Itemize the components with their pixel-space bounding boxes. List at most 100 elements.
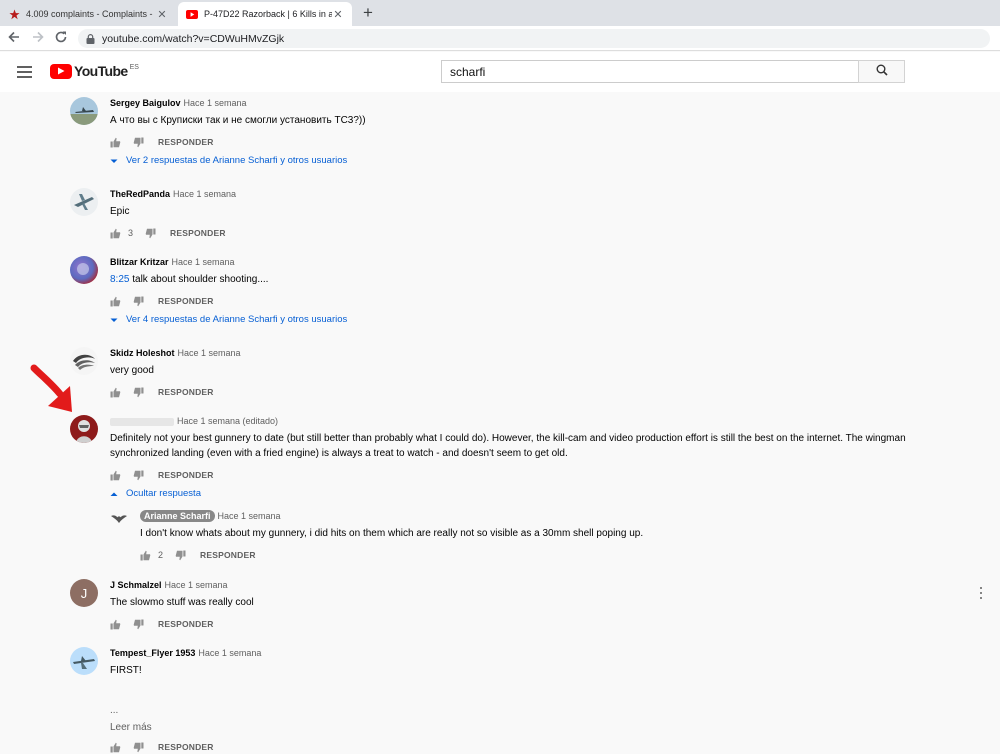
comment-time[interactable]: Hace 1 semana (178, 348, 241, 358)
thumbs-down-icon[interactable] (133, 387, 144, 398)
red-annotation-arrow (30, 364, 72, 412)
comment-author[interactable]: Sergey Baigulov (110, 98, 181, 108)
hide-replies-label: Ocultar respuesta (126, 488, 201, 499)
thumbs-up-icon[interactable] (110, 470, 121, 481)
url-field[interactable]: youtube.com/watch?v=CDWuHMvZGjk (78, 29, 990, 48)
thumbs-down-icon[interactable] (133, 619, 144, 630)
search-input[interactable] (441, 60, 859, 83)
reply-button[interactable]: RESPONDER (158, 470, 214, 480)
youtube-header: YouTube ES (0, 52, 1000, 92)
read-more-link[interactable]: Leer más (110, 722, 152, 733)
thumbs-up-icon[interactable] (110, 387, 121, 398)
view-replies-toggle[interactable]: Ver 2 respuestas de Arianne Scharfi y ot… (110, 155, 347, 166)
comment-text: Definitely not your best gunnery to date… (110, 431, 940, 461)
thumbs-down-icon[interactable] (133, 296, 144, 307)
like-count: 2 (158, 550, 164, 560)
avatar[interactable] (70, 97, 98, 125)
view-replies-toggle[interactable]: Ver 4 respuestas de Arianne Scharfi y ot… (110, 314, 347, 325)
comment-body: Sergey Baigulov Hace 1 semana А что вы с … (110, 97, 940, 128)
reply-actions: 2 RESPONDER (140, 548, 256, 562)
youtube-logo[interactable]: YouTube ES (50, 63, 139, 79)
more-actions-icon[interactable] (978, 587, 984, 599)
lock-icon (86, 33, 96, 44)
thumbs-up-icon[interactable] (110, 742, 121, 753)
address-bar: youtube.com/watch?v=CDWuHMvZGjk (0, 26, 1000, 51)
thumbs-down-icon[interactable] (175, 550, 186, 561)
browser-tab-bar: 4.009 complaints - Complaints - ✕ P-47D2… (0, 0, 1000, 26)
avatar[interactable]: J (70, 579, 98, 607)
caret-up-icon (110, 490, 118, 498)
thumbs-down-icon[interactable] (133, 742, 144, 753)
hide-replies-toggle[interactable]: Ocultar respuesta (110, 488, 201, 499)
close-tab-icon[interactable]: ✕ (332, 8, 344, 21)
reply-button[interactable]: RESPONDER (158, 387, 214, 397)
comment-author[interactable]: Skidz Holeshot (110, 348, 175, 358)
comment-time[interactable]: Hace 1 semana (172, 257, 235, 267)
comment-text: very good (110, 365, 154, 376)
comment-actions: RESPONDER (110, 740, 214, 754)
close-tab-icon[interactable]: ✕ (156, 8, 168, 21)
comment-text: 8:25 talk about shoulder shooting.... (110, 272, 940, 287)
view-replies-label: Ver 4 respuestas de Arianne Scharfi y ot… (126, 314, 348, 325)
comment-time[interactable]: Hace 1 semana (184, 98, 247, 108)
youtube-icon (186, 8, 198, 20)
creator-author-chip[interactable]: Arianne Scharfi (140, 510, 215, 522)
search-button[interactable] (858, 60, 905, 83)
url-host: youtube.com (102, 32, 163, 45)
comment-actions: RESPONDER (110, 294, 214, 308)
comment-author[interactable]: TheRedPanda (110, 189, 170, 199)
like-count: 3 (128, 228, 134, 238)
comment-author[interactable]: J Schmalzel (110, 580, 162, 590)
comment-author-redacted[interactable] (110, 417, 174, 426)
reply-text: I don't know whats about my gunnery, i d… (140, 528, 644, 539)
comment-actions: 3 RESPONDER (110, 226, 226, 240)
new-tab-button[interactable]: + (358, 2, 378, 24)
thumbs-up-icon[interactable] (110, 137, 121, 148)
comment-text-line: synchronized landing (even with a fried … (110, 448, 568, 459)
comment-time[interactable]: Hace 1 semana (editado) (177, 416, 278, 426)
reply-button[interactable]: RESPONDER (158, 619, 214, 629)
comment-body: Hace 1 semana (editado) Definitely not y… (110, 415, 940, 461)
back-icon[interactable] (6, 30, 22, 46)
thumbs-down-icon[interactable] (133, 137, 144, 148)
reply-button[interactable]: RESPONDER (200, 550, 256, 560)
comment-text: FIRST! (110, 665, 142, 676)
thumbs-up-icon[interactable] (110, 296, 121, 307)
comment-author[interactable]: Tempest_Flyer 1953 (110, 648, 195, 658)
tab-title: 4.009 complaints - Complaints - (26, 9, 153, 19)
timestamp-link[interactable]: 8:25 (110, 274, 129, 285)
avatar[interactable] (70, 256, 98, 284)
avatar[interactable] (70, 647, 98, 675)
comment-time[interactable]: Hace 1 semana (165, 580, 228, 590)
avatar[interactable] (110, 510, 128, 528)
forward-icon[interactable] (30, 30, 46, 46)
avatar[interactable] (70, 415, 98, 443)
star-icon (8, 8, 20, 20)
url-path: /watch?v=CDWuHMvZGjk (162, 32, 285, 45)
avatar[interactable] (70, 188, 98, 216)
caret-down-icon (110, 316, 118, 324)
comment-body: Tempest_Flyer 1953 Hace 1 semana FIRST! (110, 647, 940, 678)
reply-button[interactable]: RESPONDER (158, 742, 214, 752)
reply-time[interactable]: Hace 1 semana (218, 511, 281, 521)
thumbs-up-icon[interactable] (110, 228, 121, 239)
comment-body: TheRedPanda Hace 1 semana Epic (110, 188, 940, 219)
thumbs-up-icon[interactable] (110, 619, 121, 630)
youtube-play-icon (50, 63, 72, 79)
reply-button[interactable]: RESPONDER (158, 296, 214, 306)
thumbs-down-icon[interactable] (133, 470, 144, 481)
tab-complaints[interactable]: 4.009 complaints - Complaints - ✕ (0, 2, 176, 26)
comment-text-rest: talk about shoulder shooting.... (129, 274, 269, 285)
thumbs-down-icon[interactable] (145, 228, 156, 239)
reply-button[interactable]: RESPONDER (158, 137, 214, 147)
tab-youtube-video[interactable]: P-47D22 Razorback | 6 Kills in a ✕ (178, 2, 352, 26)
reload-icon[interactable] (53, 30, 69, 46)
comment-actions: RESPONDER (110, 135, 214, 149)
comment-author[interactable]: Blitzar Kritzar (110, 257, 169, 267)
thumbs-up-icon[interactable] (140, 550, 151, 561)
comment-time[interactable]: Hace 1 semana (198, 648, 261, 658)
reply-button[interactable]: RESPONDER (170, 228, 226, 238)
comment-body: Skidz Holeshot Hace 1 semana very good (110, 347, 940, 378)
comment-time[interactable]: Hace 1 semana (173, 189, 236, 199)
menu-icon[interactable] (17, 66, 32, 78)
